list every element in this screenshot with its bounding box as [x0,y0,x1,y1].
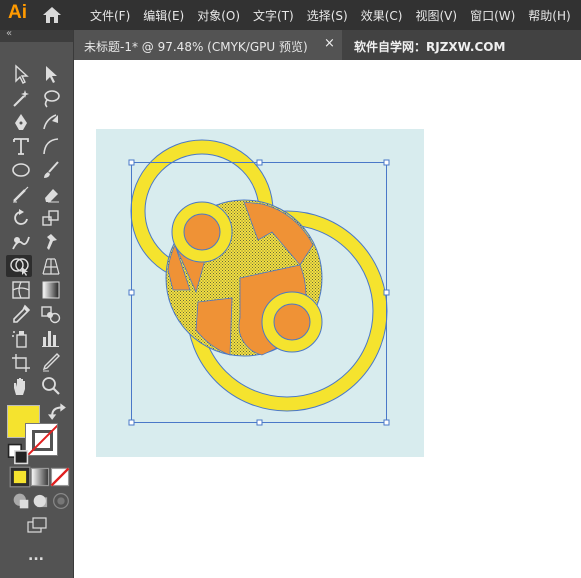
app-logo: Ai [8,2,27,23]
curvature-tool-icon[interactable] [38,111,64,133]
draw-normal-icon[interactable] [8,490,29,509]
rotate-tool-icon[interactable] [8,207,34,229]
lasso-tool-icon[interactable] [38,87,64,109]
eraser-tool-icon[interactable] [38,183,64,205]
menu-edit[interactable]: 编辑(E) [143,7,184,24]
draw-inside-icon[interactable] [48,490,69,509]
default-fill-stroke-icon[interactable] [5,443,29,465]
arc-tool-icon[interactable] [38,135,64,157]
menu-file[interactable]: 文件(F) [90,7,130,24]
zoom-tool-icon[interactable] [38,375,64,397]
artboard-tool-icon[interactable] [8,351,34,373]
toolbar-header: « [0,28,73,42]
gradient-tool-icon[interactable] [38,279,64,301]
tab-untitled-1[interactable]: 未标题-1* @ 97.48% (CMYK/GPU 预览) × [74,30,342,60]
menu-object[interactable]: 对象(O) [197,7,240,24]
ellipse-tool-icon[interactable] [8,159,34,181]
menu-window[interactable]: 窗口(W) [470,7,515,24]
hand-tool-icon[interactable] [8,375,34,397]
shape-builder-tool-icon[interactable] [6,255,32,277]
magic-wand-tool-icon[interactable] [8,87,34,109]
tab-label: 未标题-1* @ 97.48% (CMYK/GPU 预览) [84,40,308,54]
document-tab-bar: 未标题-1* @ 97.48% (CMYK/GPU 预览) × 软件自学网：RJ… [74,30,581,60]
menu-help[interactable]: 帮助(H) [528,7,570,24]
slice-tool-icon[interactable] [38,351,64,373]
color-mode-icon[interactable] [7,466,31,488]
type-tool-icon[interactable] [8,135,34,157]
swap-fill-stroke-icon[interactable] [46,402,66,420]
screen-mode-icon[interactable] [24,514,50,536]
gradient-mode-icon[interactable] [27,466,50,487]
direct-selection-tool-icon[interactable] [38,63,64,85]
selection-tool-icon[interactable] [8,63,34,85]
puppet-warp-tool-icon[interactable] [38,231,64,253]
artwork[interactable] [96,129,424,457]
shaper-tool-icon[interactable] [8,183,34,205]
symbol-sprayer-tool-icon[interactable] [8,327,34,349]
home-icon[interactable] [42,6,62,24]
pen-tool-icon[interactable] [8,111,34,133]
paintbrush-tool-icon[interactable] [38,159,64,181]
menu-items: 文件(F) 编辑(E) 对象(O) 文字(T) 选择(S) 效果(C) 视图(V… [90,7,581,24]
menu-select[interactable]: 选择(S) [307,7,348,24]
column-graph-tool-icon[interactable] [38,327,64,349]
more-tools-button[interactable]: ... [28,548,44,564]
menu-bar: Ai 文件(F) 编辑(E) 对象(O) 文字(T) 选择(S) 效果(C) 视… [0,0,581,30]
warp-tool-icon[interactable] [8,231,34,253]
watermark-text: 软件自学网：RJZXW.COM [354,40,506,54]
blend-tool-icon[interactable] [38,303,64,325]
close-icon[interactable]: × [324,36,335,51]
collapse-icon[interactable]: « [6,28,12,39]
tools-panel: « ... [0,28,74,578]
menu-type[interactable]: 文字(T) [253,7,294,24]
eyedropper-tool-icon[interactable] [8,303,34,325]
menu-effect[interactable]: 效果(C) [361,7,403,24]
scale-tool-icon[interactable] [38,207,64,229]
ring-small-left[interactable] [171,201,233,263]
menu-view[interactable]: 视图(V) [415,7,457,24]
none-mode-icon[interactable] [47,466,70,487]
draw-behind-icon[interactable] [28,490,48,508]
perspective-grid-tool-icon[interactable] [38,255,64,277]
ring-small-right[interactable] [261,291,323,353]
mesh-tool-icon[interactable] [8,279,34,301]
